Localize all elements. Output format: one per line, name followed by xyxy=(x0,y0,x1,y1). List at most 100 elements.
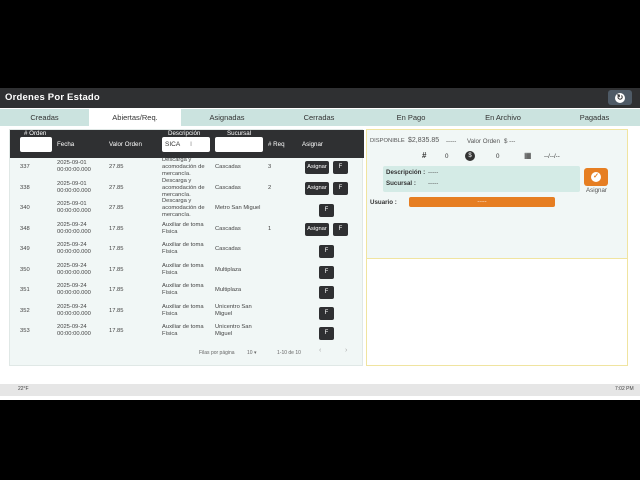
sucursal-value: ----- xyxy=(428,180,439,187)
cell-fecha: 2025-09-24 00:00:00.000 xyxy=(57,242,91,255)
next-page-button[interactable]: › xyxy=(345,347,347,354)
cell-valor: 27.85 xyxy=(109,164,124,170)
row-f-button[interactable]: F xyxy=(333,222,348,236)
taskbar: 22°F 7:02 PM xyxy=(0,384,640,396)
table-row: 350 2025-09-24 00:00:00.000 17.85 Auxiliar d… xyxy=(10,263,364,283)
check-icon: ✓ xyxy=(591,172,601,182)
prev-page-button[interactable]: ‹ xyxy=(319,347,321,354)
cell-orden: 352 xyxy=(20,307,30,314)
clock: 7:02 PM xyxy=(615,386,634,392)
row-f-button[interactable]: F xyxy=(319,204,334,217)
cell-sucursal: Cascadas xyxy=(215,225,241,232)
col-sucursal: Sucursal xyxy=(227,130,252,137)
row-f-button[interactable]: F xyxy=(333,181,348,195)
title-bar: Ordenes Por Estado ↻ xyxy=(0,88,640,108)
col-descripcion: Descripción xyxy=(168,130,201,137)
cell-fecha: 2025-09-24 00:00:00.000 xyxy=(57,262,91,276)
col-req: # Req xyxy=(268,141,285,148)
tab-cerradas[interactable]: Cerradas xyxy=(273,109,365,126)
cell-orden: 340 xyxy=(20,205,30,211)
detail-lower-panel xyxy=(366,258,628,366)
cell-orden: 351 xyxy=(20,287,30,293)
cell-req: 3 xyxy=(268,164,272,170)
col-valor: Valor Orden xyxy=(109,141,142,148)
filter-orden-input[interactable] xyxy=(20,137,52,152)
order-summary-card: Descripción : ----- Sucursal : ----- xyxy=(383,166,580,192)
hash-icon: # xyxy=(422,151,427,160)
cell-fecha: 2025-09-01 00:00:00.000 xyxy=(57,160,91,173)
cell-descripcion: Auxiliar de toma Física xyxy=(162,283,204,296)
cell-orden: 348 xyxy=(20,225,30,232)
valor-orden-label: Valor Orden xyxy=(467,138,500,145)
row-f-button[interactable]: F xyxy=(319,245,334,258)
usuario-select[interactable]: ----- xyxy=(409,197,555,207)
row-assign-button[interactable]: Asignar xyxy=(305,161,329,174)
table-row: 340 2025-09-01 00:00:00.000 27.85 Descarga y… xyxy=(10,198,364,221)
assign-button-label: Asignar xyxy=(586,187,607,194)
descripcion-value: ----- xyxy=(428,169,439,176)
rows-per-page-select[interactable]: 10 ▾ xyxy=(247,350,256,356)
cell-sucursal: Unicentro San Miguel xyxy=(215,324,252,337)
cell-orden: 338 xyxy=(20,184,30,191)
valor-orden-value: $ --- xyxy=(504,138,516,145)
table-row: 348 2025-09-24 00:00:00.000 17.85 Auxiliar d… xyxy=(10,222,364,242)
cell-valor: 17.85 xyxy=(109,246,124,252)
tab-asignadas[interactable]: Asignadas xyxy=(181,109,273,126)
row-assign-button[interactable]: Asignar xyxy=(305,222,329,236)
cell-valor: 17.85 xyxy=(109,266,124,273)
table-row: 349 2025-09-24 00:00:00.000 17.85 Auxiliar d… xyxy=(10,242,364,262)
date-value: --/--/-- xyxy=(544,153,560,160)
cell-sucursal: Cascadas xyxy=(215,184,241,191)
table-row: 351 2025-09-24 00:00:00.000 17.85 Auxiliar d… xyxy=(10,283,364,303)
row-assign-button[interactable]: Asignar xyxy=(305,181,329,195)
money-count: 0 xyxy=(496,153,500,160)
orders-table-panel: # Orden Fecha Valor Orden Descripción SI… xyxy=(9,129,364,366)
chevron-down-icon: ▾ xyxy=(253,350,257,356)
cell-descripcion: Auxiliar de toma Física xyxy=(162,324,204,337)
cell-fecha: 2025-09-24 00:00:00.000 xyxy=(57,324,91,337)
refresh-button[interactable]: ↻ xyxy=(608,90,632,105)
cell-fecha: 2025-09-24 00:00:00.000 xyxy=(57,283,91,296)
cell-sucursal: Cascadas xyxy=(215,164,241,170)
sucursal-label: Sucursal : xyxy=(386,180,416,187)
money-icon: $ xyxy=(465,151,475,161)
row-f-button[interactable]: F xyxy=(333,161,348,174)
filter-sucursal-input[interactable] xyxy=(215,137,263,152)
disponible-dashes: ----- xyxy=(446,138,457,145)
tab-en-archivo[interactable]: En Archivo xyxy=(457,109,549,126)
col-orden: # Orden xyxy=(24,130,47,137)
tab-abiertas[interactable]: Abiertas/Req. xyxy=(89,109,181,126)
app-window: Ordenes Por Estado ↻ Creadas Abiertas/Re… xyxy=(0,88,640,400)
tab-creadas[interactable]: Creadas xyxy=(0,109,89,126)
cell-descripcion: Descarga y acomodación de mercancía. xyxy=(162,177,205,198)
cell-fecha: 2025-09-01 00:00:00.000 xyxy=(57,180,91,194)
calendar-icon: ▦ xyxy=(524,151,532,160)
assign-button[interactable]: ✓ xyxy=(584,168,608,186)
row-f-button[interactable]: F xyxy=(319,265,334,279)
text-cursor-icon: I xyxy=(190,141,192,148)
row-f-button[interactable]: F xyxy=(319,327,334,340)
cell-valor: 27.85 xyxy=(109,184,124,191)
disponible-value: $2,835.85 xyxy=(408,137,440,144)
tab-en-pago[interactable]: En Pago xyxy=(365,109,457,126)
cell-descripcion: Auxiliar de toma Física xyxy=(162,242,204,255)
row-f-button[interactable]: F xyxy=(319,306,334,320)
cell-sucursal: Unicentro San Miguel xyxy=(215,303,252,317)
cell-sucursal: Multiplaza xyxy=(215,266,242,273)
weather-text: 22°F xyxy=(18,386,29,392)
filter-descripcion-input[interactable]: SICA I xyxy=(162,137,210,152)
cell-descripcion: Auxiliar de toma Física xyxy=(162,262,204,276)
cell-orden: 349 xyxy=(20,246,30,252)
cell-descripcion: Auxiliar de toma Física xyxy=(162,303,204,317)
cell-sucursal: Multiplaza xyxy=(215,287,242,293)
tab-pagadas[interactable]: Pagadas xyxy=(549,109,640,126)
hash-count: 0 xyxy=(445,153,449,160)
disponible-label: DISPONIBLE xyxy=(370,138,405,144)
descripcion-label: Descripción : xyxy=(386,169,426,176)
cell-descripcion: Descarga y acomodación de mercancía. xyxy=(162,157,205,177)
row-f-button[interactable]: F xyxy=(319,286,334,299)
cell-descripcion: Descarga y acomodación de mercancía. xyxy=(162,198,205,218)
cell-orden: 353 xyxy=(20,328,30,334)
col-asignar: Asignar xyxy=(302,141,323,148)
cell-fecha: 2025-09-01 00:00:00.000 xyxy=(57,201,91,214)
